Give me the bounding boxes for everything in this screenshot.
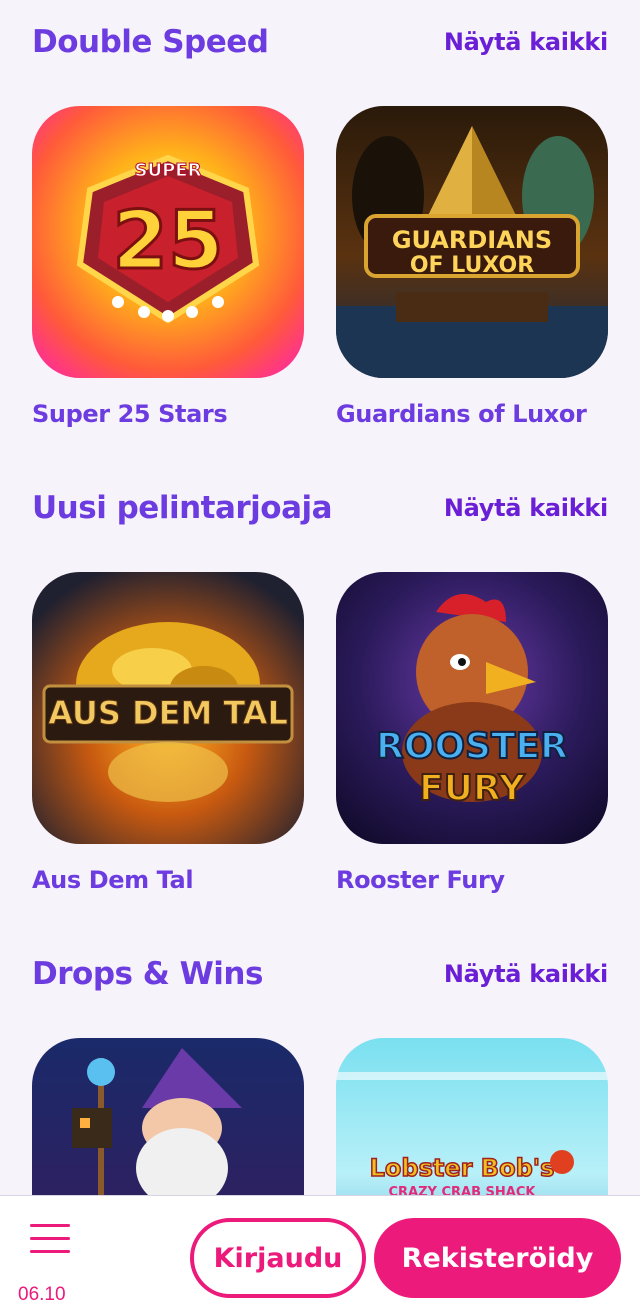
rooster-fury-artwork: ROOSTER FURY [336, 572, 608, 844]
menu-line [30, 1250, 70, 1253]
game-thumbnail[interactable] [32, 1038, 304, 1195]
artwork-text: SUPER [135, 160, 202, 181]
game-name: Super 25 Stars [32, 400, 228, 428]
wizard-game-artwork [32, 1038, 304, 1195]
section-new-provider: Uusi pelintarjoaja Näytä kaikki AUS DEM … [0, 488, 640, 908]
game-name: Guardians of Luxor [336, 400, 587, 428]
game-tile-super-25-stars[interactable]: SUPER 25 Super 25 Stars [32, 106, 304, 428]
game-thumbnail[interactable]: AUS DEM TAL [32, 572, 304, 844]
section-header: Drops & Wins Näytä kaikki [32, 954, 608, 994]
game-thumbnail[interactable]: ROOSTER FURY [336, 572, 608, 844]
artwork-text: Lobster Bob's [370, 1154, 555, 1182]
game-tile-guardians-of-luxor[interactable]: GUARDIANS OF LUXOR Guardians of Luxor [336, 106, 608, 428]
artwork-text: CRAZY CRAB SHACK [389, 1185, 537, 1195]
artwork-text: OF LUXOR [410, 253, 534, 278]
game-thumbnail[interactable]: Lobster Bob's CRAZY CRAB SHACK [336, 1038, 608, 1195]
game-tile-rooster-fury[interactable]: ROOSTER FURY Rooster Fury [336, 572, 608, 894]
bottom-bar: 06.10 Kirjaudu Rekisteröidy [0, 1195, 640, 1316]
game-name: Aus Dem Tal [32, 866, 194, 894]
menu-line [30, 1224, 70, 1227]
game-tile-aus-dem-tal[interactable]: AUS DEM TAL Aus Dem Tal [32, 572, 304, 894]
login-button[interactable]: Kirjaudu [190, 1218, 366, 1298]
game-thumbnail[interactable]: GUARDIANS OF LUXOR [336, 106, 608, 378]
artwork-text: 25 [112, 194, 223, 287]
artwork-text: FURY [419, 768, 526, 809]
register-button[interactable]: Rekisteröidy [374, 1218, 621, 1298]
section-title: Double Speed [32, 24, 269, 60]
aus-dem-tal-artwork: AUS DEM TAL [32, 572, 304, 844]
see-all-link[interactable]: Näytä kaikki [444, 28, 608, 56]
section-title: Uusi pelintarjoaja [32, 490, 333, 526]
section-double-speed: Double Speed Näytä kaikki SUPER 25 Super… [0, 22, 640, 442]
date-label: 06.10 [18, 1284, 66, 1305]
game-name: Rooster Fury [336, 866, 505, 894]
game-tile-lobster-bobs[interactable]: Lobster Bob's CRAZY CRAB SHACK [336, 1038, 608, 1195]
artwork-text: AUS DEM TAL [48, 694, 288, 732]
see-all-link[interactable]: Näytä kaikki [444, 960, 608, 988]
section-title: Drops & Wins [32, 956, 263, 992]
menu-line [30, 1237, 70, 1240]
game-tile-wizard[interactable] [32, 1038, 304, 1195]
artwork-text: GUARDIANS [392, 226, 552, 254]
section-header: Double Speed Näytä kaikki [32, 22, 608, 62]
hamburger-menu-icon[interactable] [30, 1224, 70, 1258]
section-drops-and-wins: Drops & Wins Näytä kaikki Lobster Bob's … [0, 954, 640, 1195]
super-25-stars-artwork: SUPER 25 [32, 106, 304, 378]
lobster-bobs-artwork: Lobster Bob's CRAZY CRAB SHACK [336, 1038, 608, 1195]
guardians-of-luxor-artwork: GUARDIANS OF LUXOR [336, 106, 608, 378]
artwork-text: ROOSTER [376, 726, 568, 767]
game-thumbnail[interactable]: SUPER 25 [32, 106, 304, 378]
see-all-link[interactable]: Näytä kaikki [444, 494, 608, 522]
section-header: Uusi pelintarjoaja Näytä kaikki [32, 488, 608, 528]
